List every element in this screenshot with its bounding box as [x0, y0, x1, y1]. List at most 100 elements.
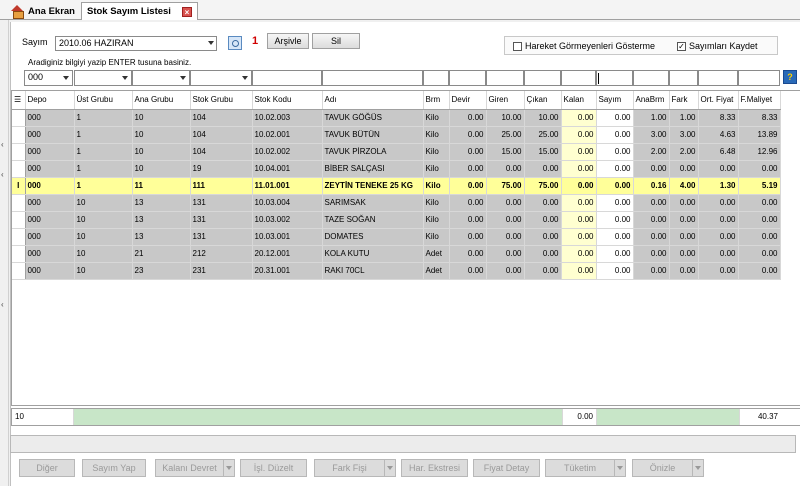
- table-cell[interactable]: Adet: [423, 262, 450, 280]
- table-cell[interactable]: 0.00: [596, 143, 634, 161]
- column-chooser-icon[interactable]: ?: [783, 70, 797, 84]
- table-cell[interactable]: 0.00: [738, 160, 781, 178]
- table-cell[interactable]: 0.00: [633, 160, 670, 178]
- table-cell[interactable]: 0.00: [738, 211, 781, 229]
- row-indicator-header[interactable]: ☰: [12, 91, 26, 110]
- table-cell[interactable]: 6.48: [698, 143, 739, 161]
- table-cell[interactable]: 10: [132, 109, 191, 127]
- table-cell[interactable]: 2.00: [669, 143, 699, 161]
- table-cell[interactable]: 25.00: [524, 126, 562, 144]
- table-cell[interactable]: 15.00: [486, 143, 525, 161]
- chevron-down-icon[interactable]: [614, 460, 625, 476]
- table-cell[interactable]: 1.30: [698, 177, 739, 195]
- table-cell[interactable]: 0.00: [561, 109, 597, 127]
- table-cell[interactable]: 5.19: [738, 177, 781, 195]
- table-row[interactable]: 000 1 10 104 10.02.003 TAVUK GÖĞÜS Kilo 0.00 10.…: [12, 109, 781, 127]
- table-cell[interactable]: 10.04.001: [252, 160, 323, 178]
- filter-stok-grubu[interactable]: [190, 70, 252, 86]
- chevron-down-icon[interactable]: [692, 460, 703, 476]
- table-cell[interactable]: 000: [25, 143, 75, 161]
- filter-fark[interactable]: [669, 70, 698, 86]
- table-cell[interactable]: 0.00: [633, 228, 670, 246]
- table-cell[interactable]: 212: [190, 245, 253, 263]
- table-cell[interactable]: 000: [25, 109, 75, 127]
- table-cell[interactable]: 8.33: [698, 109, 739, 127]
- row-indicator[interactable]: [12, 160, 26, 178]
- table-cell[interactable]: Adet: [423, 245, 450, 263]
- table-cell[interactable]: 0.00: [561, 245, 597, 263]
- table-cell[interactable]: TAVUK GÖĞÜS: [322, 109, 424, 127]
- table-cell[interactable]: SARIMSAK: [322, 194, 424, 212]
- table-cell[interactable]: 104: [190, 109, 253, 127]
- column-header[interactable]: Adı: [322, 91, 424, 110]
- table-cell[interactable]: 0.00: [698, 262, 739, 280]
- tab-ana-ekran[interactable]: Ana Ekran: [6, 2, 80, 20]
- table-cell[interactable]: 0.00: [449, 143, 487, 161]
- left-splitter[interactable]: ‹ ‹ ‹: [0, 20, 9, 486]
- table-cell[interactable]: 0.00: [524, 262, 562, 280]
- table-cell[interactable]: 13: [132, 228, 191, 246]
- column-header[interactable]: Ana Grubu: [132, 91, 191, 110]
- table-cell[interactable]: 0.00: [698, 245, 739, 263]
- table-cell[interactable]: 0.00: [596, 194, 634, 212]
- table-cell[interactable]: 0.00: [738, 228, 781, 246]
- table-cell[interactable]: 0.00: [561, 211, 597, 229]
- table-cell[interactable]: 0.00: [633, 245, 670, 263]
- table-cell[interactable]: 0.00: [698, 211, 739, 229]
- table-cell[interactable]: 15.00: [524, 143, 562, 161]
- filter-anabrm[interactable]: [633, 70, 669, 86]
- filter-stok-kodu[interactable]: [252, 70, 322, 86]
- table-cell[interactable]: 10: [74, 262, 133, 280]
- arsivle-button[interactable]: Arşivle: [267, 33, 309, 49]
- chevron-left-icon[interactable]: ‹: [1, 300, 4, 309]
- table-cell[interactable]: 0.00: [596, 126, 634, 144]
- table-cell[interactable]: 111: [190, 177, 253, 195]
- table-cell[interactable]: 10.02.002: [252, 143, 323, 161]
- table-cell[interactable]: 000: [25, 160, 75, 178]
- kalani-devret-button[interactable]: Kalanı Devret: [155, 459, 235, 477]
- table-cell[interactable]: 10.02.001: [252, 126, 323, 144]
- table-cell[interactable]: TAVUK PİRZOLA: [322, 143, 424, 161]
- table-cell[interactable]: Kilo: [423, 126, 450, 144]
- table-cell[interactable]: 0.00: [698, 194, 739, 212]
- column-header[interactable]: F.Maliyet: [738, 91, 781, 110]
- table-cell[interactable]: 0.00: [486, 245, 525, 263]
- table-cell[interactable]: 1.00: [633, 109, 670, 127]
- table-cell[interactable]: 0.00: [669, 211, 699, 229]
- table-row[interactable]: 000 10 13 131 10.03.002 TAZE SOĞAN Kilo 0.00 0.0…: [12, 211, 781, 229]
- save-counts-checkbox[interactable]: ✓ Sayımları Kaydet: [677, 41, 758, 51]
- tuketim-button[interactable]: Tüketim: [545, 459, 626, 477]
- table-cell[interactable]: 20.12.001: [252, 245, 323, 263]
- filter-f-maliyet[interactable]: [738, 70, 780, 86]
- table-cell[interactable]: 0.00: [669, 245, 699, 263]
- table-cell[interactable]: 4.63: [698, 126, 739, 144]
- table-cell[interactable]: 1: [74, 126, 133, 144]
- table-cell[interactable]: 1: [74, 143, 133, 161]
- table-cell[interactable]: 13.89: [738, 126, 781, 144]
- table-cell[interactable]: 0.00: [596, 177, 634, 195]
- column-header[interactable]: Üst Grubu: [74, 91, 133, 110]
- column-header[interactable]: Çıkan: [524, 91, 562, 110]
- table-cell[interactable]: 000: [25, 194, 75, 212]
- table-cell[interactable]: 0.00: [596, 211, 634, 229]
- table-cell[interactable]: 1: [74, 177, 133, 195]
- table-cell[interactable]: BİBER SALÇASI: [322, 160, 424, 178]
- table-cell[interactable]: 0.00: [449, 228, 487, 246]
- table-cell[interactable]: 19: [190, 160, 253, 178]
- table-cell[interactable]: ZEYTİN TENEKE 25 KG: [322, 177, 424, 195]
- table-cell[interactable]: 11.01.001: [252, 177, 323, 195]
- tab-stok-sayim-listesi[interactable]: Stok Sayım Listesi ×: [81, 2, 198, 20]
- row-indicator[interactable]: [12, 262, 26, 280]
- filter-ort-fiyat[interactable]: [698, 70, 738, 86]
- row-indicator[interactable]: I: [12, 177, 26, 195]
- table-cell[interactable]: 0.00: [596, 228, 634, 246]
- column-header[interactable]: Ort. Fiyat: [698, 91, 739, 110]
- filter-adi[interactable]: [322, 70, 423, 86]
- table-row[interactable]: I 000 1 11 111 11.01.001 ZEYTİN TENEKE 25 KG Ki…: [12, 177, 781, 195]
- column-header[interactable]: Devir: [449, 91, 487, 110]
- table-cell[interactable]: 13: [132, 211, 191, 229]
- table-cell[interactable]: 25.00: [486, 126, 525, 144]
- column-header[interactable]: Stok Kodu: [252, 91, 323, 110]
- table-cell[interactable]: Kilo: [423, 211, 450, 229]
- table-cell[interactable]: Kilo: [423, 177, 450, 195]
